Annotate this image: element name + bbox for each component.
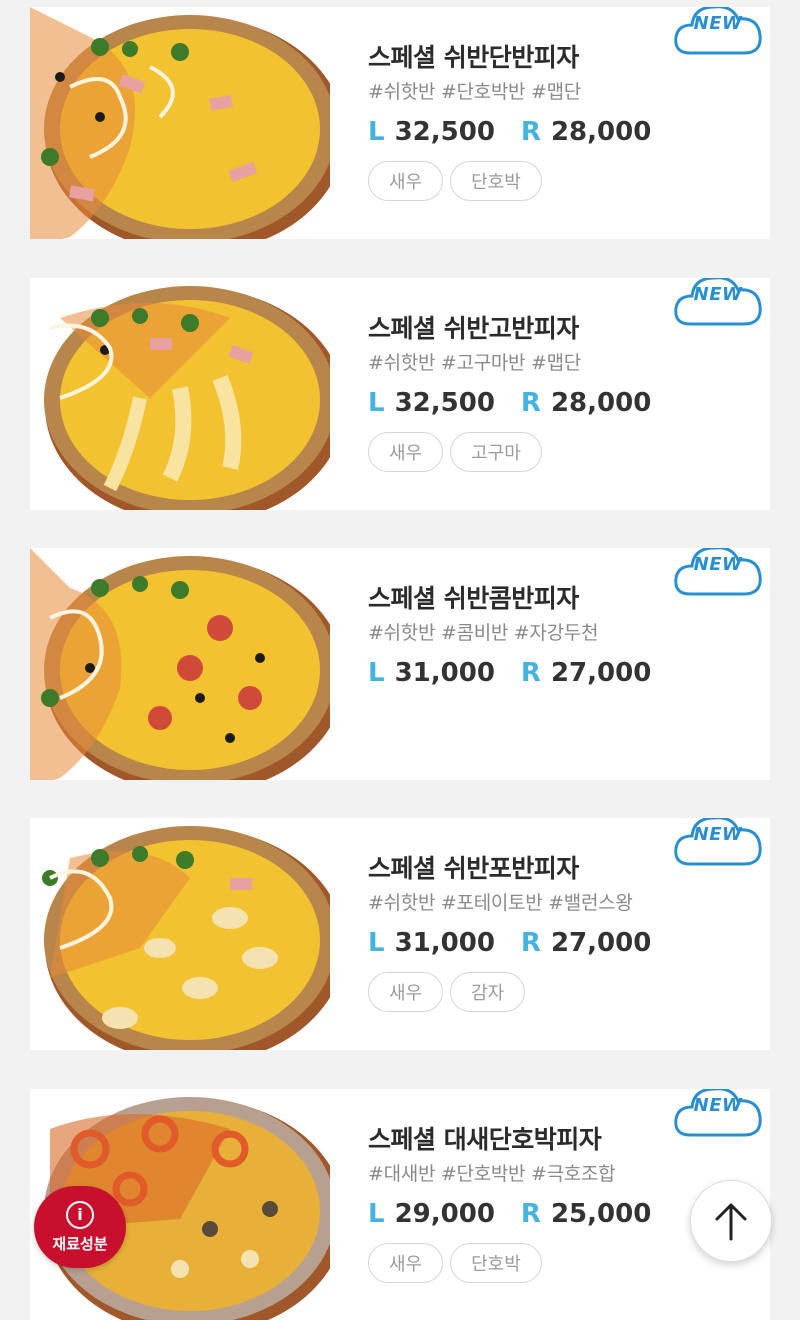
arrow-up-icon	[715, 1203, 747, 1241]
new-badge-label: NEW	[693, 1095, 743, 1116]
product-name[interactable]: 스페셜 대새단호박피자	[368, 1123, 698, 1157]
price-large: 32,500	[394, 117, 495, 147]
topping-chip: 단호박	[450, 1243, 542, 1283]
product-tags: #쉬핫반 #단호박반 #맵단	[368, 81, 581, 103]
price-large: 31,000	[394, 928, 495, 958]
product-name[interactable]: 스페셜 쉬반포반피자	[368, 852, 698, 886]
price-regular: 28,000	[550, 117, 652, 147]
size-regular-label: R	[520, 117, 541, 147]
price-large: 29,000	[394, 1199, 495, 1229]
new-badge-label: NEW	[693, 554, 743, 575]
product-info: 스페셜 쉬반고반피자 #쉬핫반 #고구마반 #맵단 L 32,500 R 28,…	[368, 312, 698, 472]
price-large: 32,500	[394, 388, 495, 418]
price-regular: 27,000	[550, 658, 652, 688]
size-large-label: L	[368, 117, 385, 147]
pizza-image	[30, 818, 330, 1050]
pizza-image	[30, 548, 330, 780]
topping-chip: 새우	[368, 972, 444, 1012]
info-icon: i	[66, 1200, 94, 1229]
size-large-label: L	[368, 1199, 385, 1229]
topping-chip: 새우	[368, 432, 444, 472]
product-prices: L 32,500 R 28,000	[368, 388, 698, 418]
topping-chips: 새우 단호박	[368, 1243, 698, 1283]
product-prices: L 31,000 R 27,000	[368, 928, 698, 958]
scroll-top-button[interactable]	[690, 1180, 772, 1262]
product-info: 스페셜 쉬반단반피자 #쉬핫반 #단호박반 #맵단 L 32,500 R 28,…	[368, 41, 698, 201]
product-list: NEW 스페셜 쉬반단반피자 #쉬핫반 #단호박반 #맵단 L 32,500 R…	[0, 0, 800, 1320]
size-regular-label: R	[520, 388, 541, 418]
product-info: 스페셜 쉬반포반피자 #쉬핫반 #포테이토반 #밸런스왕 L 31,000 R …	[368, 852, 698, 1012]
size-large-label: L	[368, 388, 385, 418]
product-tags: #쉬핫반 #고구마반 #맵단	[368, 352, 581, 374]
product-name[interactable]: 스페셜 쉬반콤반피자	[368, 582, 698, 616]
topping-chip: 단호박	[450, 161, 542, 201]
topping-chips: 새우 단호박	[368, 161, 698, 201]
product-tags: #대새반 #단호박반 #극호조합	[368, 1163, 616, 1185]
product-card[interactable]: NEW 스페셜 쉬반포반피자 #쉬핫반 #포테이토반 #밸런스왕 L 31,00…	[30, 818, 770, 1050]
product-card[interactable]: NEW 스페셜 쉬반콤반피자 #쉬핫반 #콤비반 #자강두천 L 31,000 …	[30, 548, 770, 780]
price-regular: 28,000	[550, 388, 652, 418]
price-regular: 27,000	[550, 928, 652, 958]
topping-chip: 고구마	[450, 432, 542, 472]
product-info: 스페셜 대새단호박피자 #대새반 #단호박반 #극호조합 L 29,000 R …	[368, 1123, 698, 1283]
topping-chips: 새우 감자	[368, 972, 698, 1012]
product-card[interactable]: NEW 스페셜 쉬반고반피자 #쉬핫반 #고구마반 #맵단 L 32,500 R…	[30, 278, 770, 510]
pizza-image	[30, 7, 330, 239]
product-name[interactable]: 스페셜 쉬반단반피자	[368, 41, 698, 75]
price-large: 31,000	[394, 658, 495, 688]
product-card[interactable]: NEW 스페셜 쉬반단반피자 #쉬핫반 #단호박반 #맵단 L 32,500 R…	[30, 7, 770, 239]
ingredient-info-label: 재료성분	[52, 1234, 108, 1253]
product-card[interactable]: NEW 스페셜 대새단호박피자 #대새반 #단호박반 #극호조합 L 29,00…	[30, 1089, 770, 1320]
size-regular-label: R	[520, 928, 541, 958]
price-regular: 25,000	[550, 1199, 652, 1229]
topping-chip: 감자	[450, 972, 526, 1012]
product-info: 스페셜 쉬반콤반피자 #쉬핫반 #콤비반 #자강두천 L 31,000 R 27…	[368, 582, 698, 688]
topping-chips: 새우 고구마	[368, 432, 698, 472]
topping-chip: 새우	[368, 161, 444, 201]
product-tags: #쉬핫반 #콤비반 #자강두천	[368, 622, 599, 644]
size-regular-label: R	[520, 658, 541, 688]
product-prices: L 32,500 R 28,000	[368, 117, 698, 147]
product-prices: L 31,000 R 27,000	[368, 658, 698, 688]
size-regular-label: R	[520, 1199, 541, 1229]
product-name[interactable]: 스페셜 쉬반고반피자	[368, 312, 698, 346]
new-badge-label: NEW	[693, 284, 743, 305]
new-badge-label: NEW	[693, 824, 743, 845]
ingredient-info-button[interactable]: i 재료성분	[34, 1186, 126, 1268]
product-tags: #쉬핫반 #포테이토반 #밸런스왕	[368, 892, 633, 914]
size-large-label: L	[368, 928, 385, 958]
new-badge-label: NEW	[693, 13, 743, 34]
topping-chip: 새우	[368, 1243, 444, 1283]
size-large-label: L	[368, 658, 385, 688]
product-prices: L 29,000 R 25,000	[368, 1199, 698, 1229]
pizza-image	[30, 278, 330, 510]
